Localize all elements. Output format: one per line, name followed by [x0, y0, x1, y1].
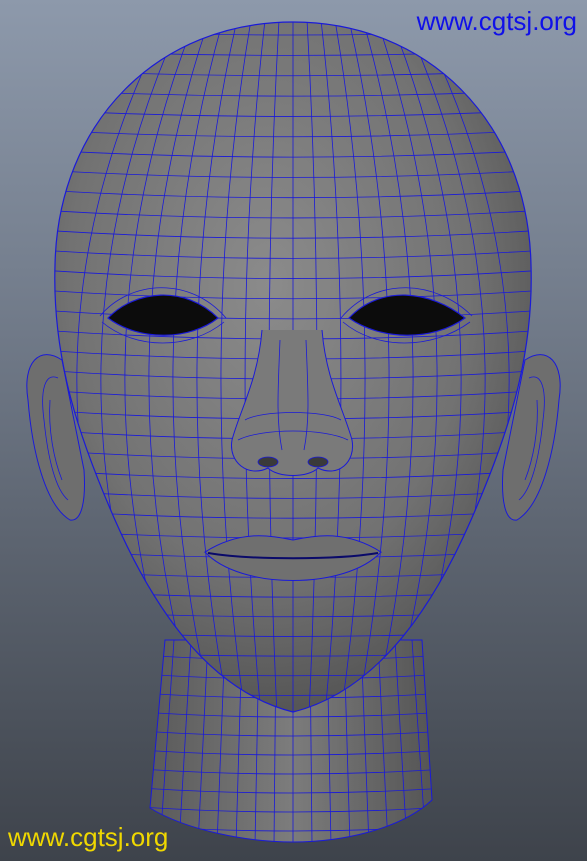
head-wireframe-model [26, 21, 561, 843]
3d-viewport: www.cgtsj.org www.cgtsj.org [0, 0, 587, 861]
face [54, 21, 532, 713]
watermark-bottom: www.cgtsj.org [8, 822, 169, 852]
watermark-top: www.cgtsj.org [416, 6, 577, 36]
